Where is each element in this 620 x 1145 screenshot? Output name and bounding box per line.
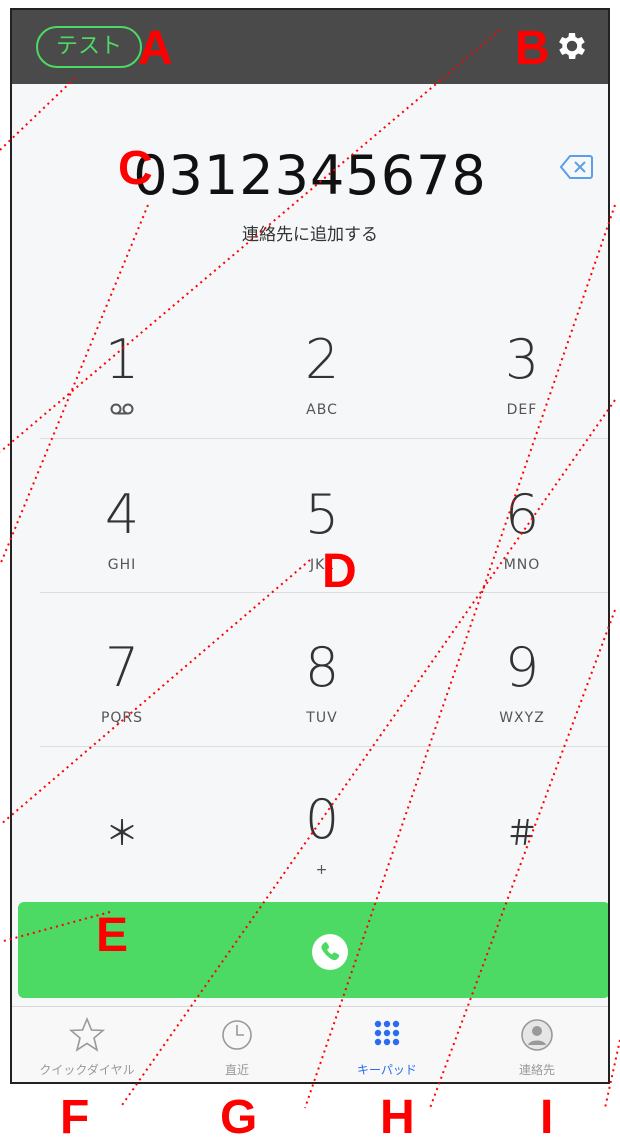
callout-e: E — [96, 909, 129, 962]
callout-h: H — [380, 1091, 415, 1144]
annotation-lines — [0, 29, 620, 1109]
callout-i: I — [540, 1091, 554, 1144]
callout-a: A — [138, 22, 173, 75]
callout-d: D — [322, 545, 357, 598]
callout-f: F — [60, 1091, 90, 1144]
callout-b: B — [515, 22, 550, 75]
callout-c: C — [118, 142, 153, 195]
callout-g: G — [220, 1091, 258, 1144]
